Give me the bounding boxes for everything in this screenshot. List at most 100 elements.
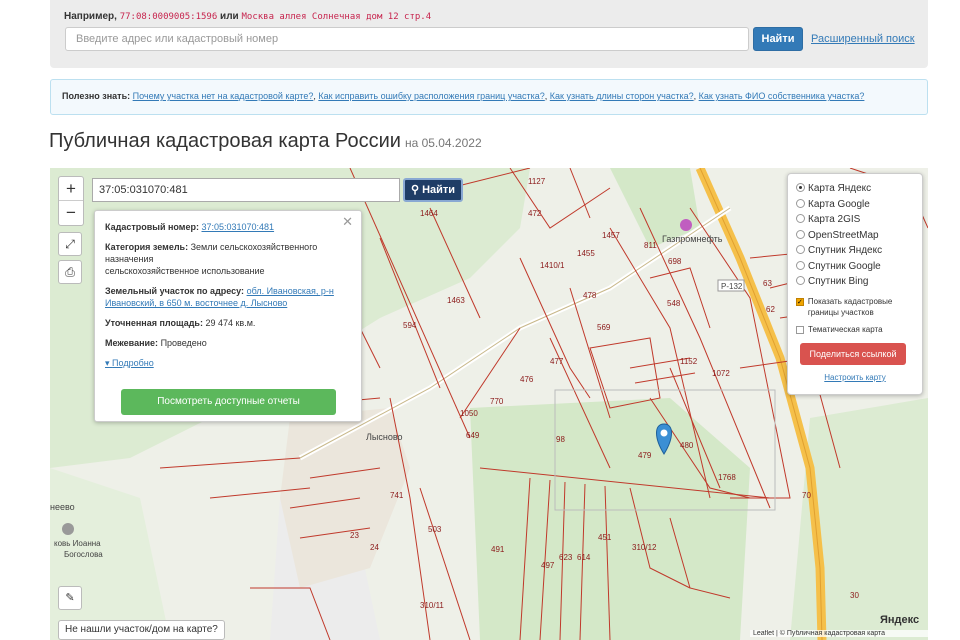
map-attribution[interactable]: Leaflet | © Публичная кадастровая карта <box>750 630 928 637</box>
parcel-label: 70 <box>802 491 811 500</box>
find-button[interactable]: Найти <box>753 27 803 51</box>
layer-label: Карта 2GIS <box>808 214 861 225</box>
cadastral-number-link[interactable]: 37:05:031070:481 <box>201 222 274 232</box>
parcel-label: 811 <box>644 241 657 250</box>
zoom-out-button[interactable]: − <box>59 201 83 225</box>
layer-option[interactable]: OpenStreetMap <box>796 228 914 244</box>
radio-icon[interactable] <box>796 245 805 254</box>
area-label: Уточненная площадь: <box>105 318 203 328</box>
layer-option[interactable]: Спутник Bing <box>796 274 914 290</box>
parcel-label: 491 <box>491 545 505 554</box>
radio-icon[interactable] <box>796 276 805 285</box>
place-label-lysnovo: Лысново <box>366 432 403 442</box>
map-search-input[interactable] <box>92 178 400 202</box>
survey-label: Межевание: <box>105 338 159 348</box>
more-details-label: Подробно <box>112 358 154 368</box>
layer-label: OpenStreetMap <box>808 229 879 241</box>
radio-icon[interactable] <box>796 229 805 239</box>
cadastral-number-row: Кадастровый номер: 37:05:031070:481 <box>105 221 351 233</box>
search-input[interactable] <box>65 27 749 51</box>
example-prefix: Например, <box>64 11 117 22</box>
info-link-parcel-missing[interactable]: Почему участка нет на кадастровой карте? <box>133 91 314 101</box>
area-row: Уточненная площадь: 29 474 кв.м. <box>105 317 351 329</box>
parcel-label: 98 <box>556 435 565 444</box>
parcel-label: 62 <box>766 305 775 314</box>
layer-option[interactable]: Спутник Google <box>796 259 914 275</box>
survey-value: Проведено <box>160 338 207 348</box>
advanced-search-link[interactable]: Расширенный поиск <box>811 33 915 45</box>
place-label-neevo: неево <box>50 502 75 512</box>
parcel-label: 24 <box>370 543 379 552</box>
info-link-fix-boundaries[interactable]: Как исправить ошибку расположения границ… <box>318 91 544 101</box>
view-reports-button[interactable]: Посмотреть доступные отчеты <box>121 389 336 415</box>
radio-icon[interactable] <box>796 198 805 208</box>
ruler-icon: ✎ <box>65 592 75 604</box>
parcel-label: 1464 <box>420 209 438 218</box>
checkbox-checked-icon[interactable]: ✓ <box>796 297 804 306</box>
layer-option[interactable]: Карта Яндекс <box>796 181 914 197</box>
thematic-map-label: Тематическая карта <box>808 324 883 334</box>
parcel-label: 30 <box>850 591 859 600</box>
fullscreen-button[interactable]: ⤢ <box>58 232 82 256</box>
checkbox-icon[interactable] <box>796 325 804 334</box>
parcel-label: 649 <box>466 431 480 440</box>
parcel-label: 698 <box>668 257 682 266</box>
layer-option[interactable]: Карта 2GIS <box>796 212 914 228</box>
survey-row: Межевание: Проведено <box>105 337 351 349</box>
radio-icon[interactable] <box>796 183 805 192</box>
parcel-label: 1050 <box>460 409 478 418</box>
parcel-label: 741 <box>390 491 404 500</box>
layer-label: Спутник Bing <box>808 276 869 287</box>
print-button[interactable]: ⎙ <box>58 260 82 284</box>
useful-info-bar: Полезно знать: Почему участка нет на кад… <box>50 79 928 115</box>
print-icon: ⎙ <box>65 265 75 279</box>
configure-map-link[interactable]: Настроить карту <box>796 373 914 382</box>
road-label: Р-132 <box>721 282 743 291</box>
parcel-label: 503 <box>428 525 442 534</box>
radio-icon[interactable] <box>796 214 805 223</box>
area-value: 29 474 кв.м. <box>205 318 256 328</box>
layer-option[interactable]: Карта Google <box>796 197 914 213</box>
parcel-label: 1072 <box>712 369 730 378</box>
parcel-label: 623 <box>559 553 573 562</box>
parcel-label: 548 <box>667 299 681 308</box>
search-icon: ⚲ <box>410 184 419 196</box>
not-found-button[interactable]: Не нашли участок/дом на карте? <box>58 620 225 640</box>
land-category-row: Категория земель: Земли сельскохозяйстве… <box>105 241 351 277</box>
parcel-label: 63 <box>763 279 772 288</box>
yandex-logo: Яндекс <box>880 614 920 626</box>
map-find-button[interactable]: ⚲ Найти <box>403 178 463 202</box>
close-icon[interactable]: ✕ <box>342 214 353 230</box>
more-details-link[interactable]: ▾ Подробно <box>105 358 154 368</box>
layer-option[interactable]: Спутник Яндекс <box>796 243 914 259</box>
parcel-label: 472 <box>528 209 542 218</box>
place-label-church-2: Богослова <box>64 550 103 559</box>
show-boundaries-checkbox[interactable]: ✓ Показать кадастровые границы участков <box>796 296 914 318</box>
layer-label: Карта Google <box>808 198 870 210</box>
land-category-label: Категория земель: <box>105 242 189 252</box>
parcel-info-popup: ✕ Кадастровый номер: 37:05:031070:481 Ка… <box>94 210 362 422</box>
share-link-button[interactable]: Поделиться ссылкой <box>800 342 906 365</box>
radio-icon[interactable] <box>796 260 805 270</box>
parcel-label: 497 <box>541 561 555 570</box>
chevron-down-icon: ▾ <box>105 358 110 368</box>
info-link-side-lengths[interactable]: Как узнать длины сторон участка? <box>550 91 694 101</box>
parcel-label: 770 <box>490 397 504 406</box>
thematic-map-checkbox[interactable]: Тематическая карта <box>796 324 914 335</box>
measure-button[interactable]: ✎ <box>58 586 82 610</box>
layer-label: Карта Яндекс <box>808 183 872 194</box>
zoom-control: + − <box>58 176 84 226</box>
search-example: Например, 77:08:0009005:1596 или Москва … <box>64 11 431 22</box>
parcel-label: 480 <box>680 441 694 450</box>
example-address[interactable]: Москва аллея Солнечная дом 12 стр.4 <box>241 12 431 22</box>
example-cadastral-code[interactable]: 77:08:0009005:1596 <box>120 12 218 22</box>
example-or: или <box>220 11 239 22</box>
info-link-owner[interactable]: Как узнать ФИО собственника участка? <box>699 91 865 101</box>
parcel-label: 476 <box>520 375 534 384</box>
parcel-label: 451 <box>598 533 612 542</box>
cadastral-map[interactable]: 1127 472 1464 1410/1 1455 1457 811 698 6… <box>50 168 928 640</box>
land-use-value: сельскохозяйственное использование <box>105 266 265 276</box>
layer-label: Спутник Google <box>808 260 881 272</box>
zoom-in-button[interactable]: + <box>59 177 83 201</box>
search-panel: Например, 77:08:0009005:1596 или Москва … <box>50 0 928 68</box>
